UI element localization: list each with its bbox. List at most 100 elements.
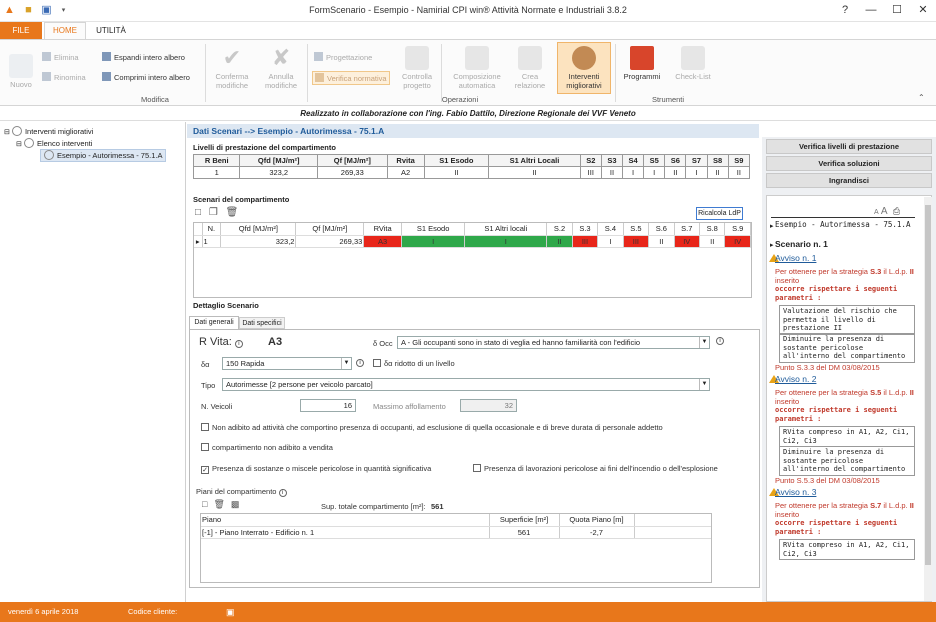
minimize-button[interactable]: — (858, 2, 884, 19)
docc-select[interactable]: A - Gli occupanti sono in stato di vegli… (397, 336, 710, 349)
tree-panel: ⊟ Interventi migliorativi ⊟ Elenco inter… (0, 122, 186, 602)
scenari-col-header: Qf [MJ/m²] (295, 223, 365, 236)
tab-file[interactable]: FILE (0, 22, 42, 39)
close-button[interactable]: ✕ (910, 2, 936, 19)
avviso-text-part: II (909, 388, 914, 397)
elimina-button[interactable]: Elimina (42, 52, 79, 62)
nuovo-button[interactable]: Nuovo (4, 54, 38, 89)
avviso-text-part: Per ottenere per la strategia (775, 501, 871, 510)
da-select[interactable]: 150 Rapida ▼ (222, 357, 352, 370)
new-piano-icon[interactable]: □ (202, 499, 207, 509)
livelli-table: R Beni Qfd [MJ/m²] Qf [MJ/m²] Rvita S1 Esodo… (192, 154, 751, 179)
rinomina-button[interactable]: Rinomina (42, 72, 86, 82)
avviso-text-part: il L.d.p. (881, 501, 910, 510)
avviso-text-part: S.3 (870, 267, 882, 276)
cb4-checkbox[interactable]: Presenza di lavorazioni pericolose ai fi… (473, 464, 718, 473)
avviso-link[interactable]: Avviso n. 3 (775, 488, 915, 497)
cb1-checkbox[interactable]: Non adibito ad attività che comportino p… (201, 423, 663, 432)
tab-utilita[interactable]: UTILITÀ (90, 22, 132, 39)
comprimi-label: Comprimi intero albero (114, 73, 190, 82)
tipo-select[interactable]: Autorimesse [2 persone per veicolo parca… (222, 378, 710, 391)
tab-dati-generali[interactable]: Dati generali (189, 316, 239, 329)
progettazione-button[interactable]: Progettazione (314, 52, 372, 62)
open-folder-icon[interactable]: ■ (22, 4, 35, 17)
programmi-button[interactable]: Programmi (618, 46, 666, 81)
avviso-link[interactable]: Avviso n. 1 (775, 254, 915, 263)
info-icon[interactable]: i (278, 489, 287, 497)
new-scenario-icon[interactable]: □ (195, 207, 201, 218)
ingrandisci-button[interactable]: Ingrandisci (766, 173, 932, 188)
verifica-normativa-button[interactable]: Verifica normativa (312, 71, 390, 85)
checkbox[interactable] (373, 359, 381, 367)
tree-leaf-selected[interactable]: Esempio - Autorimessa - 75.1.A (40, 149, 167, 162)
checkbox-checked[interactable]: ✓ (201, 466, 209, 474)
checklist-button[interactable]: Check-List (670, 46, 716, 81)
scenari-cell: III (572, 235, 599, 248)
scenario-heading: Scenario n. 1 (775, 239, 828, 249)
collapse-icon[interactable]: ⊟ (16, 141, 22, 148)
livelli-col-header: S1 Altri Locali (488, 154, 581, 167)
checkbox[interactable] (473, 464, 481, 472)
tab-dati-specifici[interactable]: Dati specifici (239, 317, 285, 329)
house-icon (630, 46, 654, 70)
maximize-button[interactable]: ☐ (884, 2, 910, 19)
delete-scenario-icon[interactable]: 🗑 (226, 207, 239, 218)
avviso-text-part: II (909, 501, 914, 510)
scrollbar-thumb[interactable] (925, 205, 931, 565)
copy-scenario-icon[interactable]: ❐ (209, 207, 218, 218)
font-larger-button[interactable]: A (881, 206, 888, 217)
nveicoli-input[interactable]: 16 (300, 399, 356, 412)
cb2-checkbox[interactable]: compartimento non adibito a vendita (201, 443, 333, 452)
quick-access-dropdown-icon[interactable]: ▾ (57, 4, 70, 17)
edit-piano-icon[interactable]: ▩ (231, 499, 240, 509)
print-icon[interactable]: ⎙ (893, 206, 900, 216)
avviso-link[interactable]: Avviso n. 2 (775, 375, 915, 384)
info-icon[interactable]: i (234, 340, 243, 348)
requirement-box: RVita compreso in A1, A2, Ci1, Ci2, Ci3 (779, 539, 915, 560)
conferma-button[interactable]: ✔ Conferma modifiche (208, 46, 256, 91)
avviso-punto: Punto S.3.3 del DM 03/08/2015 (775, 363, 880, 372)
help-button[interactable]: ? (832, 2, 858, 19)
scrollbar[interactable] (924, 197, 932, 601)
avviso-text-part: S.7 (870, 501, 882, 510)
title-bar: ▲ ■ ▣ ▾ FormScenario - Esempio - Namiria… (0, 0, 936, 22)
da-ridotto-checkbox[interactable]: δα ridotto di un livello (373, 359, 455, 368)
conferma-label: Conferma modifiche (215, 72, 249, 90)
collapse-icon[interactable]: ⊟ (4, 129, 10, 136)
save-icon[interactable]: ▣ (40, 4, 53, 17)
tab-home[interactable]: HOME (44, 22, 86, 40)
tree-root[interactable]: ⊟ Interventi migliorativi (4, 126, 93, 138)
app-logo-icon: ▲ (4, 4, 15, 16)
composizione-button[interactable]: Composizione automatica (448, 46, 506, 90)
table-row[interactable]: [-1] - Piano Interrato - Edificio n. 1 5… (201, 526, 711, 539)
row-selector-icon[interactable]: ▸ (194, 235, 203, 248)
rvita-value: A3 (268, 336, 283, 348)
piani-table: Piano Superficie [m²] Quota Piano [m] [-… (201, 514, 711, 539)
comprimi-button[interactable]: Comprimi intero albero (102, 72, 190, 82)
table-row[interactable]: ▸ 1 323,2 269,33 A3 I I II III I III II IV II IV (194, 235, 751, 248)
collapse-ribbon-icon[interactable]: ⌃ (918, 93, 925, 102)
chevron-down-icon[interactable]: ▼ (341, 358, 351, 369)
chevron-down-icon[interactable]: ▼ (699, 337, 709, 348)
scenari-col-header: S1 Esodo (401, 223, 466, 236)
cb3-checkbox[interactable]: ✓ Presenza di sostanze o miscele pericolo… (201, 464, 431, 474)
info-icon[interactable]: i (356, 359, 364, 367)
font-smaller-button[interactable]: A (874, 209, 879, 216)
annulla-button[interactable]: ✘ Annulla modifiche (258, 46, 304, 91)
verifica-livelli-button[interactable]: Verifica livelli di prestazione (766, 139, 932, 154)
delete-piano-icon[interactable]: 🗑 (213, 499, 224, 509)
group-separator (205, 44, 206, 102)
crea-relazione-button[interactable]: Crea relazione (510, 46, 550, 90)
sup-value: 561 (431, 502, 444, 511)
checkbox[interactable] (201, 423, 209, 431)
verifica-soluzioni-button[interactable]: Verifica soluzioni (766, 156, 932, 171)
controlla-button[interactable]: Controlla progetto (397, 46, 437, 90)
ricalcola-button[interactable]: Ricalcola LdP (696, 207, 743, 220)
chevron-down-icon[interactable]: ▼ (699, 379, 709, 390)
livelli-cell: 1 (192, 166, 241, 179)
info-icon[interactable]: i (716, 337, 724, 345)
interventi-migliorativi-button[interactable]: Interventi migliorativi (557, 42, 611, 94)
espandi-button[interactable]: Espandi intero albero (102, 52, 185, 62)
scenari-col-header: S1 Altri locali (464, 223, 548, 236)
checkbox[interactable] (201, 443, 209, 451)
